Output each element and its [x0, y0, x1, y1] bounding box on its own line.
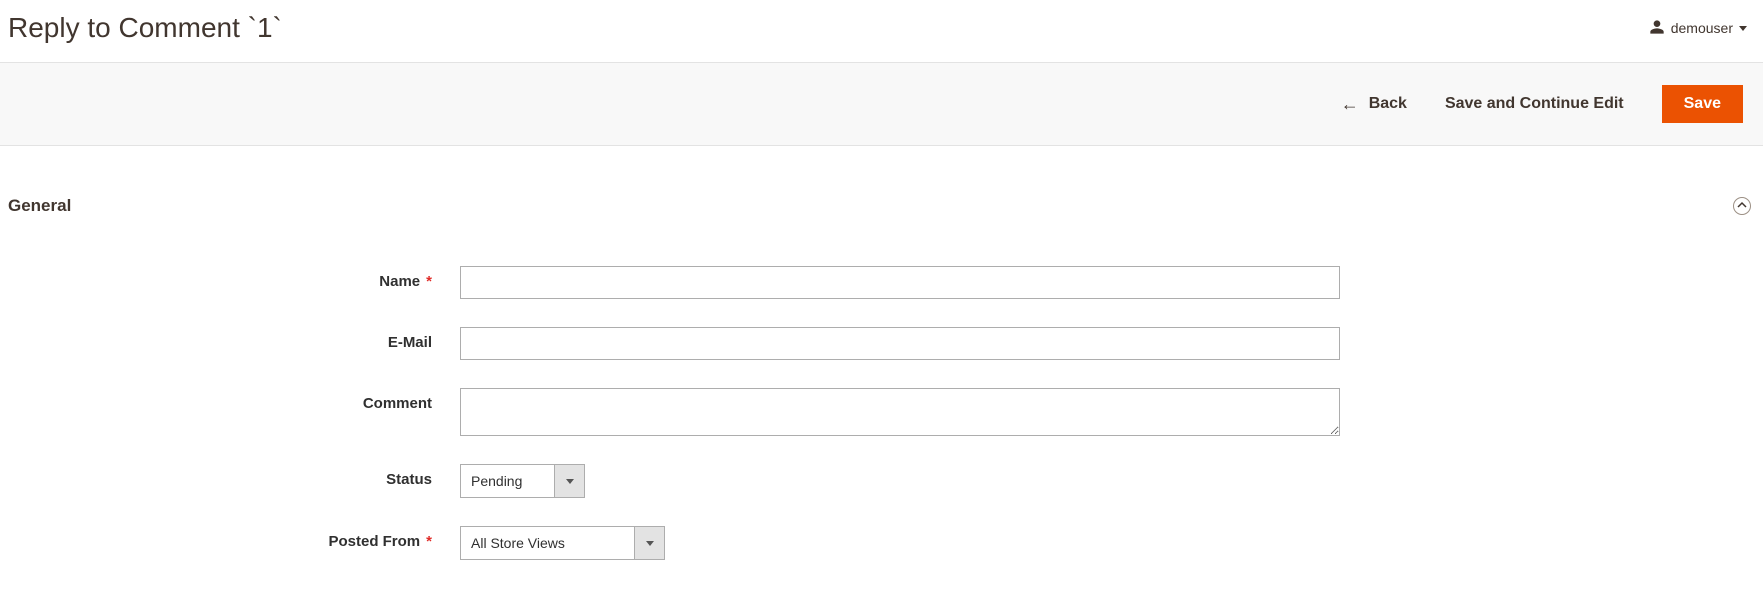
status-label: Status [0, 464, 460, 488]
back-button[interactable]: ← Back [1341, 95, 1407, 113]
posted-from-select[interactable]: All Store Views [460, 526, 665, 560]
username: demouser [1671, 20, 1733, 36]
user-icon [1649, 19, 1665, 38]
section-title: General [8, 196, 71, 216]
posted-from-label: Posted From* [0, 526, 460, 550]
user-menu[interactable]: demouser [1649, 19, 1755, 38]
page-title: Reply to Comment `1` [8, 12, 282, 44]
comment-label: Comment [0, 388, 460, 412]
posted-from-value: All Store Views [461, 527, 634, 559]
collapse-icon[interactable] [1733, 197, 1751, 215]
name-label: Name* [0, 266, 460, 290]
caret-down-icon [1739, 26, 1747, 31]
status-value: Pending [461, 465, 554, 497]
save-continue-button[interactable]: Save and Continue Edit [1445, 95, 1624, 113]
chevron-down-icon [554, 465, 584, 497]
back-label: Back [1369, 95, 1407, 113]
actions-bar: ← Back Save and Continue Edit Save [0, 62, 1763, 146]
chevron-down-icon [634, 527, 664, 559]
back-arrow-icon: ← [1341, 95, 1359, 113]
name-input[interactable] [460, 266, 1340, 299]
email-label: E-Mail [0, 327, 460, 351]
form-general: Name* E-Mail Comment Status Pending Post… [0, 226, 1763, 608]
save-button[interactable]: Save [1662, 85, 1743, 123]
comment-input[interactable] [460, 388, 1340, 436]
email-input[interactable] [460, 327, 1340, 360]
section-header[interactable]: General [0, 146, 1763, 226]
status-select[interactable]: Pending [460, 464, 585, 498]
